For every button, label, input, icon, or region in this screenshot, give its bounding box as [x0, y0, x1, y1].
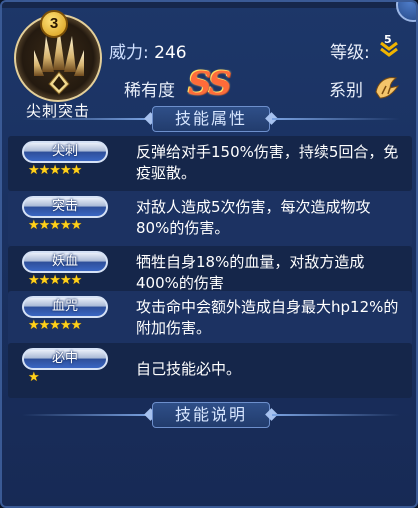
top-strip: [2, 2, 416, 8]
skill-level-badge: 3: [40, 10, 68, 38]
ability-row: 突击 ★★★★★ 对敌人造成5次伤害，每次造成物攻80%的伤害。: [8, 191, 412, 246]
ability-tag[interactable]: 尖刺: [22, 141, 108, 163]
claw-element-icon: [375, 77, 400, 99]
attributes-section-header: 技能属性: [2, 106, 416, 132]
ability-row: 血咒 ★★★★★ 攻击命中会额外造成自身最大hp12%的附加伤害。: [8, 291, 412, 346]
ability-tag[interactable]: 必中: [22, 348, 108, 370]
power-stat: 威力: 246: [109, 38, 187, 63]
attributes-title: 技能属性: [152, 106, 270, 132]
ability-description: 攻击命中会额外造成自身最大hp12%的附加伤害。: [136, 298, 399, 337]
ability-tag[interactable]: 血咒: [22, 296, 108, 318]
ability-row: 必中 ★ 自己技能必中。: [8, 343, 412, 398]
skill-icon: 3: [14, 10, 102, 102]
divider-left: [22, 414, 150, 416]
divider-right: [272, 118, 400, 120]
power-value: 246: [154, 43, 187, 63]
ability-stars: ★★★★★: [28, 163, 82, 178]
divider-left: [22, 118, 150, 120]
ability-stars: ★★★★★: [28, 273, 82, 288]
skill-detail-panel: 3 尖刺突击 威力: 246 等级: 5 稀有度 SS 系别 技能属性 尖刺 ★…: [0, 0, 418, 508]
system-label: 系别: [329, 81, 363, 101]
divider-right: [272, 414, 400, 416]
description-section-header: 技能说明: [2, 402, 416, 428]
ability-description: 自己技能必中。: [136, 360, 242, 378]
close-icon[interactable]: [396, 2, 416, 22]
ability-row: 尖刺 ★★★★★ 反弹给对手150%伤害，持续5回合，免疫驱散。: [8, 136, 412, 191]
grade-value: 5: [384, 33, 392, 46]
ability-stars: ★: [28, 370, 40, 385]
ability-description: 反弹给对手150%伤害，持续5回合，免疫驱散。: [136, 143, 399, 182]
grade-label: 等级:: [330, 43, 370, 63]
ability-description: 牺牲自身18%的血量，对敌方造成400%的伤害: [136, 253, 365, 292]
rarity-badge: SS: [188, 64, 231, 102]
ability-stars: ★★★★★: [28, 218, 82, 233]
ability-stars: ★★★★★: [28, 318, 82, 333]
description-title: 技能说明: [152, 402, 270, 428]
ability-tag[interactable]: 突击: [22, 196, 108, 218]
ability-tag[interactable]: 妖血: [22, 251, 108, 273]
power-label: 威力:: [109, 43, 149, 63]
ability-description: 对敌人造成5次伤害，每次造成物攻80%的伤害。: [136, 198, 371, 237]
rarity-label: 稀有度: [124, 81, 175, 101]
